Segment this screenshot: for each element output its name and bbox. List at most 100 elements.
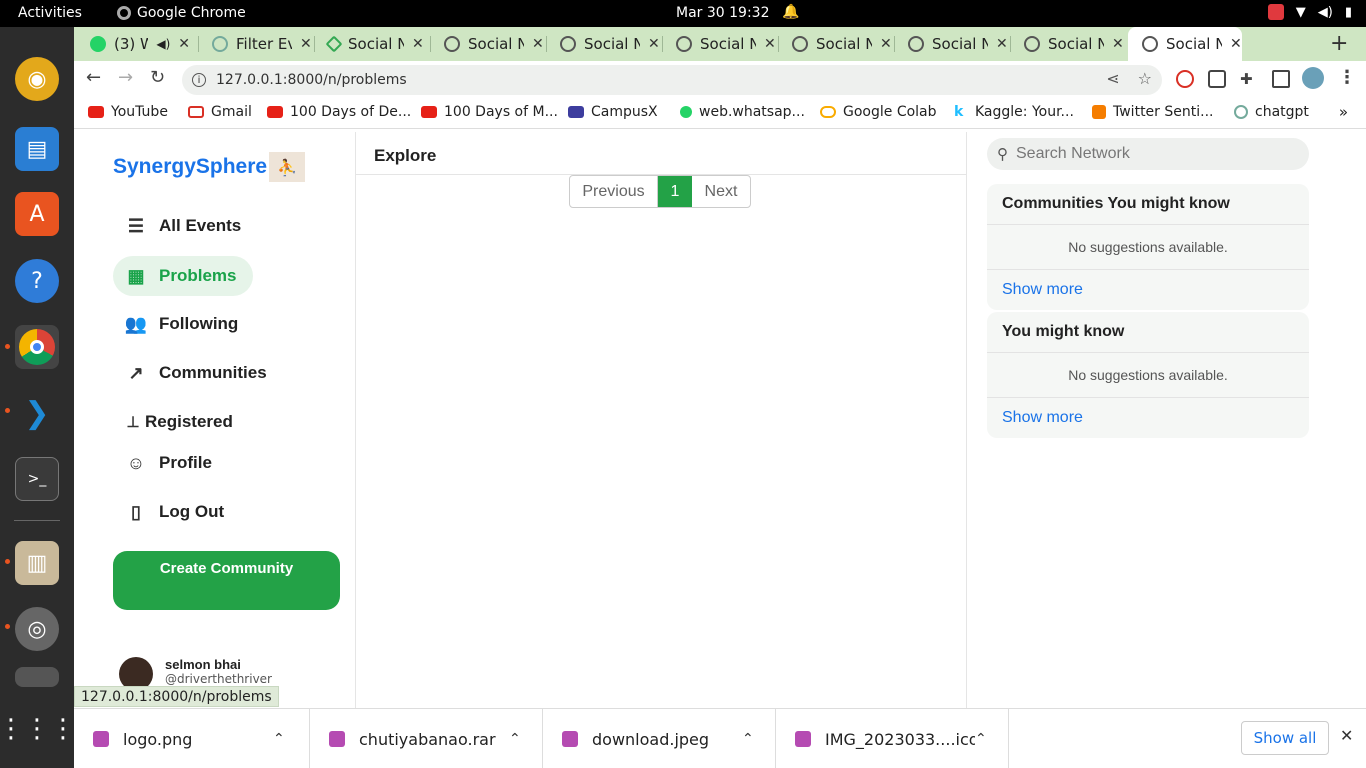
help-icon[interactable]: ? <box>15 259 59 303</box>
chevron-up-icon[interactable]: ⌃ <box>742 731 754 747</box>
brand[interactable]: SynergySphere ⛹ <box>113 152 306 182</box>
bookmark-item[interactable]: chatgpt <box>1234 104 1309 120</box>
volume-icon: ◀) <box>1317 4 1333 20</box>
bookmark-item[interactable]: Twitter Senti... <box>1092 104 1213 120</box>
vscode-icon[interactable]: ❯ <box>15 391 59 435</box>
bookmark-item[interactable]: web.whatsap... <box>680 104 805 120</box>
previous-page-button[interactable]: Previous <box>570 176 658 207</box>
status-bubble: 127.0.0.1:8000/n/problems <box>74 686 279 707</box>
back-icon[interactable]: ← <box>86 67 101 88</box>
chrome-icon <box>117 6 131 20</box>
close-tab-icon[interactable]: ✕ <box>764 36 776 52</box>
nav-all-events[interactable]: ☰ All Events <box>113 206 241 246</box>
brand-name: SynergySphere <box>113 155 268 178</box>
download-item[interactable]: download.jpeg ⌃ <box>543 709 776 768</box>
app-grid-icon[interactable]: ⋮⋮⋮ <box>0 707 76 751</box>
search-input[interactable]: ⚲ Search Network <box>987 138 1309 170</box>
close-tab-icon[interactable]: ✕ <box>648 36 660 52</box>
clock[interactable]: Mar 30 19:32 <box>676 5 769 21</box>
download-item[interactable]: chutiyabanao.rar ⌃ <box>310 709 543 768</box>
browser-tab[interactable]: Social N ✕ <box>894 27 1010 61</box>
bookmark-star-icon[interactable]: ☆ <box>1138 69 1152 88</box>
close-tab-icon[interactable]: ✕ <box>300 36 312 52</box>
browser-tab[interactable]: Social N ✕ <box>778 27 894 61</box>
system-tray[interactable]: ▼ ◀) ▮ <box>1267 4 1352 20</box>
browser-tab[interactable]: Social N ✕ <box>314 27 430 61</box>
nav-problems[interactable]: ▦ Problems <box>113 256 253 296</box>
extensions-icon[interactable]: ✚ <box>1240 70 1258 88</box>
bookmark-item[interactable]: CampusX <box>568 104 658 120</box>
activities-button[interactable]: Activities <box>18 5 82 21</box>
close-tab-icon[interactable]: ✕ <box>1230 36 1242 52</box>
browser-tab[interactable]: Social N ✕ <box>430 27 546 61</box>
web-page: SynergySphere ⛹ ☰ All Events ▦ Problems … <box>74 132 1366 708</box>
show-more-link[interactable]: Show more <box>987 270 1309 310</box>
nav-logout[interactable]: ▯ Log Out <box>113 492 224 532</box>
bookmark-item[interactable]: 100 Days of De... <box>267 104 411 120</box>
youtube-icon <box>88 106 104 118</box>
next-page-button[interactable]: Next <box>692 176 750 207</box>
writer-icon[interactable]: ▤ <box>15 127 59 171</box>
terminal-icon[interactable]: >_ <box>15 457 59 501</box>
nav-profile[interactable]: ☺ Profile <box>113 443 212 483</box>
left-sidebar: SynergySphere ⛹ ☰ All Events ▦ Problems … <box>74 132 356 708</box>
address-bar[interactable]: i 127.0.0.1:8000/n/problems ⋖ ☆ <box>182 65 1162 95</box>
running-indicator <box>5 408 10 413</box>
new-tab-icon[interactable]: + <box>1330 31 1348 56</box>
drive-icon[interactable] <box>15 667 59 687</box>
close-tab-icon[interactable]: ✕ <box>178 36 190 52</box>
current-page-button[interactable]: 1 <box>658 176 692 207</box>
forward-icon[interactable]: → <box>118 67 133 88</box>
site-info-icon[interactable]: i <box>192 73 206 87</box>
chevron-up-icon[interactable]: ⌃ <box>273 731 285 747</box>
close-icon[interactable]: ✕ <box>1340 726 1353 745</box>
create-community-button[interactable]: Create Community <box>113 551 340 610</box>
app-menu[interactable]: Google Chrome <box>117 5 246 21</box>
software-center-icon[interactable]: A <box>15 192 59 236</box>
nav-communities[interactable]: ↗ Communities <box>113 353 266 393</box>
download-shelf: logo.png ⌃ chutiyabanao.rar ⌃ download.j… <box>74 708 1366 768</box>
nav-following[interactable]: 👥 Following <box>113 304 239 344</box>
browser-tab[interactable]: Social N ✕ <box>546 27 662 61</box>
browser-tab[interactable]: (3) W ◀) ✕ <box>76 27 190 61</box>
chevron-up-icon[interactable]: ⌃ <box>975 731 987 747</box>
close-tab-icon[interactable]: ✕ <box>1112 36 1124 52</box>
download-item[interactable]: logo.png ⌃ <box>74 709 310 768</box>
kaggle-icon: k <box>954 104 964 120</box>
disc-icon[interactable]: ◎ <box>15 607 59 651</box>
youtube-icon <box>421 106 437 118</box>
show-more-link[interactable]: Show more <box>987 398 1309 438</box>
menu-kebab-icon[interactable]: ⋮ <box>1338 67 1356 88</box>
profile-avatar[interactable] <box>1302 67 1324 89</box>
archive-icon[interactable]: ▥ <box>15 541 59 585</box>
browser-tab[interactable]: Social N ✕ <box>662 27 778 61</box>
more-bookmarks-icon[interactable]: » <box>1339 103 1348 121</box>
image-file-icon <box>795 731 811 747</box>
chrome-dock-icon[interactable] <box>15 325 59 369</box>
logo-icon: ⛹ <box>269 152 306 182</box>
active-browser-tab[interactable]: Social N ✕ <box>1128 27 1242 61</box>
browser-tab[interactable]: Filter Ev ✕ <box>198 27 314 61</box>
bookmark-item[interactable]: k Kaggle: Your... <box>954 104 1074 120</box>
show-all-downloads-button[interactable]: Show all <box>1241 721 1329 755</box>
side-panel-icon[interactable] <box>1272 70 1290 88</box>
screen-recorder-icon[interactable] <box>1176 70 1194 88</box>
nav-registered[interactable]: ⊥ Registered <box>113 402 232 442</box>
close-tab-icon[interactable]: ✕ <box>532 36 544 52</box>
close-tab-icon[interactable]: ✕ <box>880 36 892 52</box>
whatsapp-icon <box>680 106 692 118</box>
bookmark-item[interactable]: Gmail <box>188 104 252 120</box>
download-item[interactable]: IMG_2023033....ico ⌃ <box>776 709 1009 768</box>
reload-icon[interactable]: ↻ <box>150 67 165 88</box>
picture-in-picture-icon[interactable] <box>1208 70 1226 88</box>
globe-icon <box>792 36 808 52</box>
bookmark-item[interactable]: YouTube <box>88 104 168 120</box>
chevron-up-icon[interactable]: ⌃ <box>509 731 521 747</box>
bookmark-item[interactable]: Google Colab <box>820 104 937 120</box>
close-tab-icon[interactable]: ✕ <box>412 36 424 52</box>
close-tab-icon[interactable]: ✕ <box>996 36 1008 52</box>
browser-tab[interactable]: Social N ✕ <box>1010 27 1126 61</box>
bookmark-item[interactable]: 100 Days of M... <box>421 104 558 120</box>
share-icon[interactable]: ⋖ <box>1106 69 1119 88</box>
rhythmbox-icon[interactable]: ◉ <box>15 57 59 101</box>
